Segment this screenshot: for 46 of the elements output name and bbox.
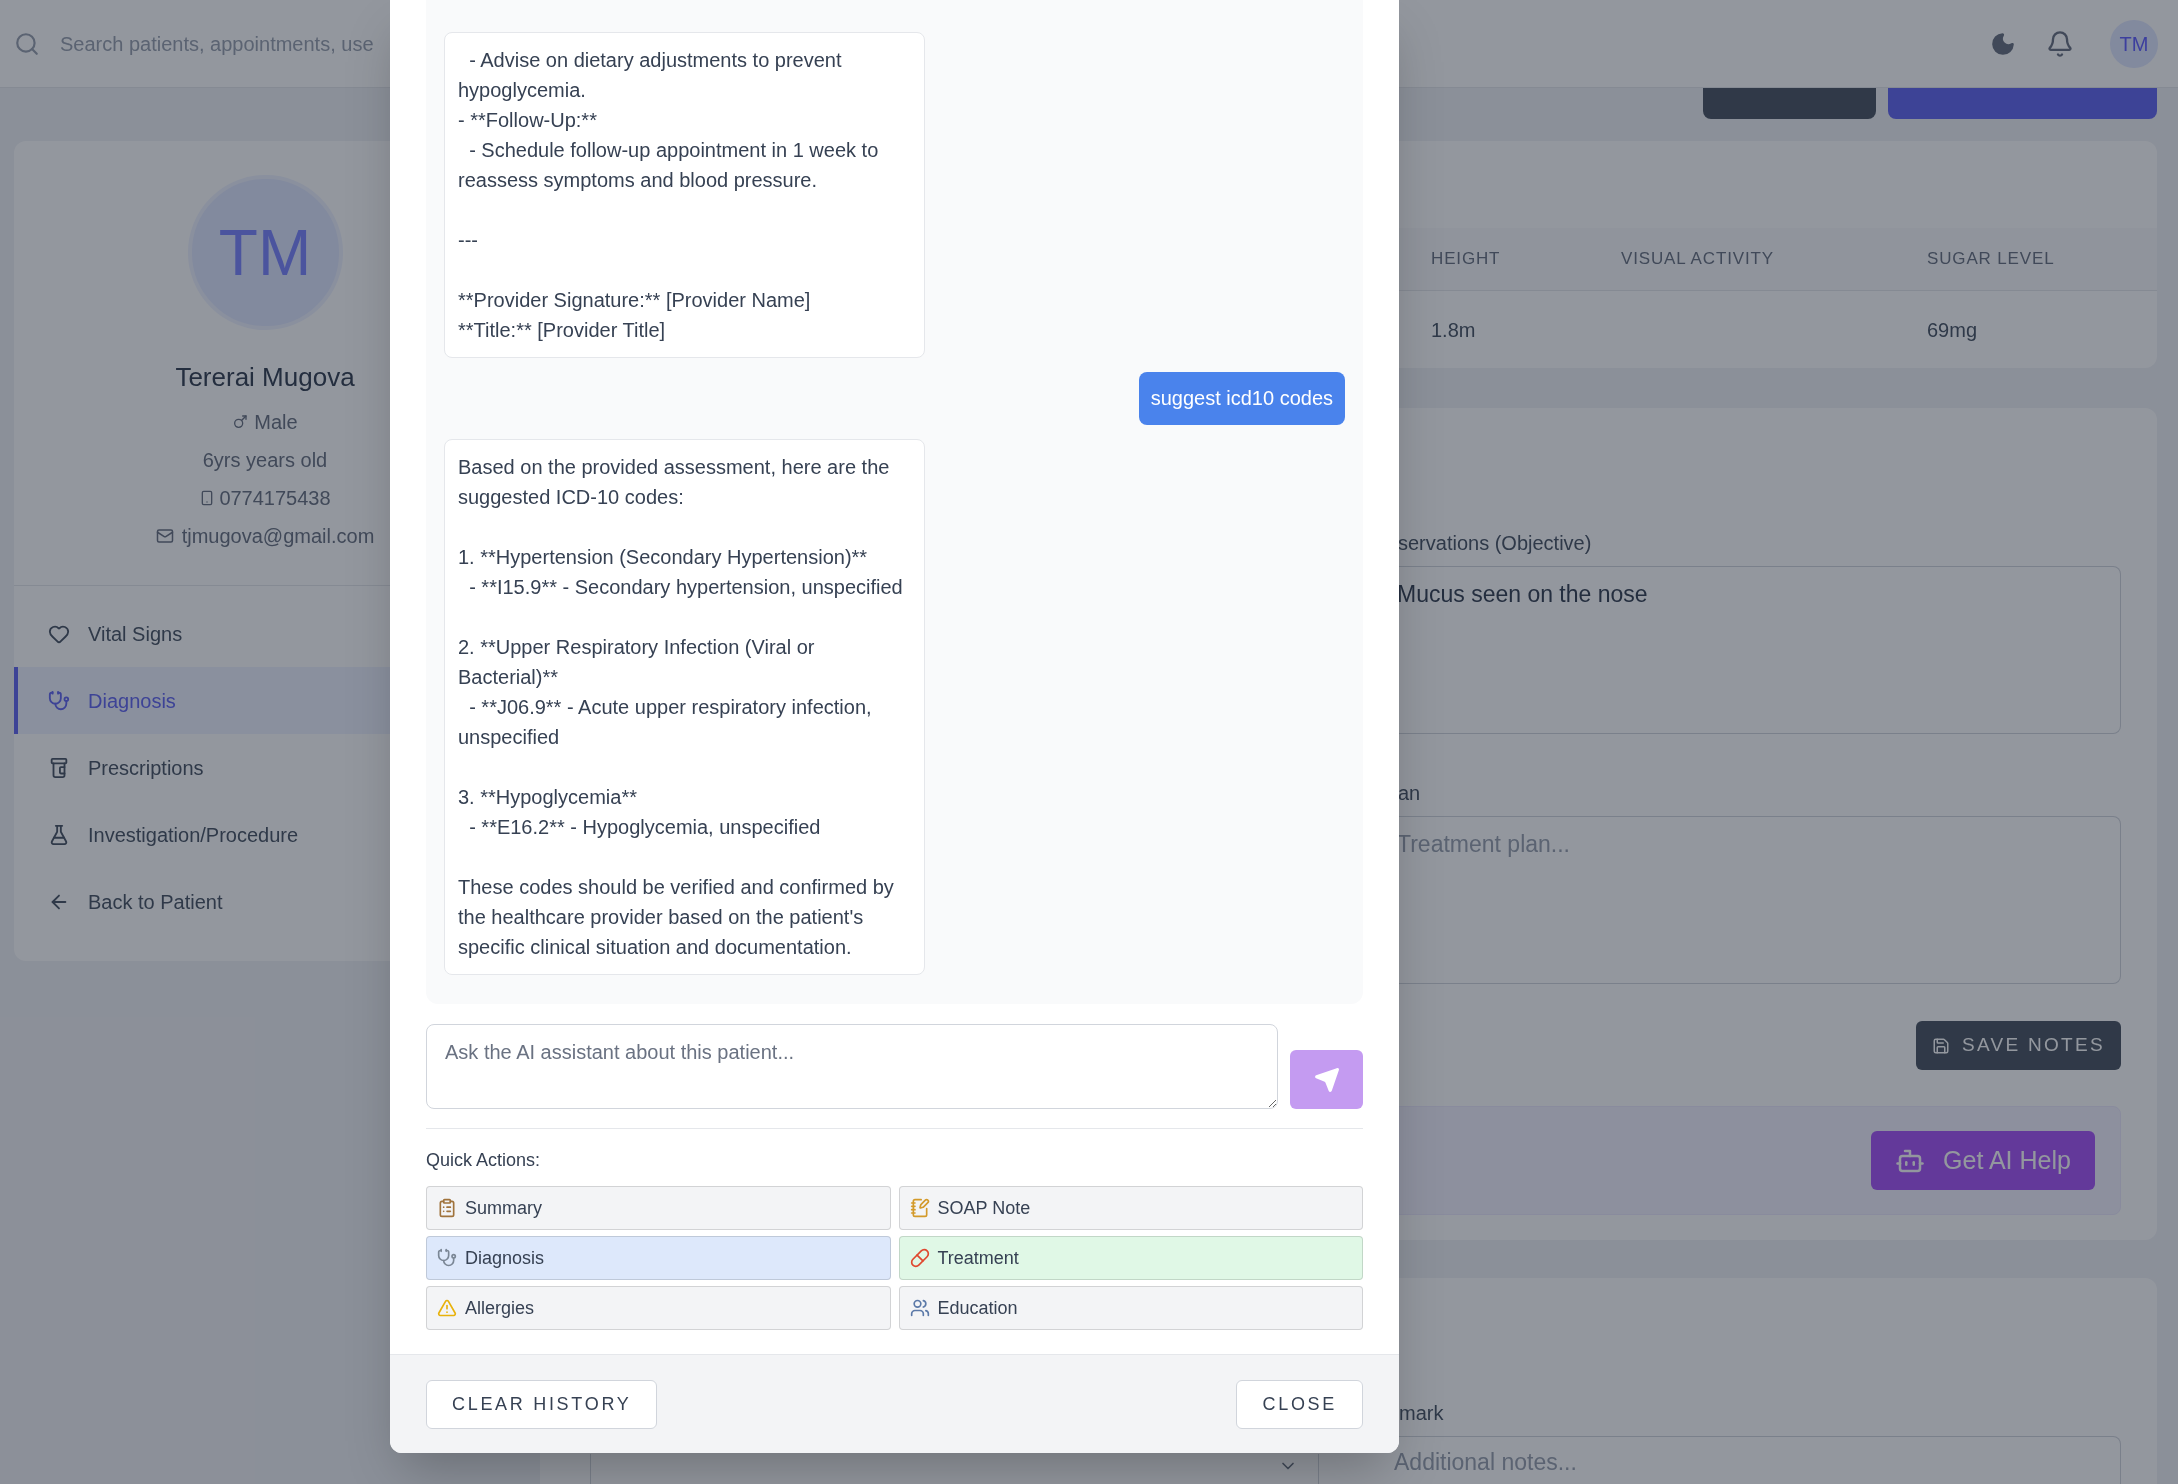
close-button[interactable]: CLOSE — [1236, 1379, 1363, 1429]
user-avatar[interactable]: TM — [2110, 19, 2158, 68]
mail-icon — [155, 527, 174, 545]
stethoscope-icon — [437, 1248, 457, 1268]
search-icon — [14, 30, 40, 57]
field-label: servations (Objective) — [1397, 531, 1593, 556]
table-cell: 1.8m — [1431, 318, 1476, 341]
column-header: HEIGHT — [1431, 249, 1501, 269]
quick-action-button[interactable]: Allergies — [426, 1286, 891, 1330]
column-header: SUGAR LEVEL — [1927, 249, 2055, 269]
quick-actions-label: Quick Actions: — [426, 1149, 542, 1172]
patient-gender: Male — [254, 410, 298, 435]
stethoscope-icon — [48, 689, 70, 712]
save-icon — [1932, 1036, 1951, 1055]
clear-history-button[interactable]: CLEAR HISTORY — [426, 1379, 658, 1429]
field-label: mark — [1398, 1401, 1445, 1426]
patient-name: Tererai Mugova — [175, 361, 355, 394]
notepad-icon — [909, 1198, 930, 1218]
warning-icon — [437, 1298, 457, 1318]
male-icon — [232, 414, 249, 430]
save-notes-button[interactable]: SAVE NOTES — [1916, 1021, 2121, 1070]
pill-icon — [909, 1248, 930, 1268]
quick-action-button[interactable]: Treatment — [898, 1236, 1363, 1280]
send-icon — [1313, 1066, 1340, 1093]
get-ai-help-button[interactable]: Get AI Help — [1871, 1131, 2095, 1190]
assistant-message: - Advise on dietary adjustments to prevent hypoglycemia. - **Follow-Up:** - Schedule follow-up appointment in 1 week to reassess symptoms and blood pressure. --- **Provider Signature:** [Provider Name] **Title:** [Provider Title] — [444, 32, 925, 358]
moon-icon[interactable] — [1990, 30, 2016, 57]
quick-action-button[interactable]: Summary — [426, 1186, 891, 1230]
flask-icon — [48, 823, 70, 846]
people-icon — [909, 1298, 930, 1318]
patient-phone: 0774175438 — [219, 486, 331, 511]
column-header: VISUAL ACTIVITY — [1621, 249, 1774, 269]
field-label: an — [1397, 781, 1422, 806]
send-button[interactable] — [1290, 1050, 1363, 1109]
patient-email: tjmugova@gmail.com — [181, 524, 375, 549]
quick-action-button[interactable]: SOAP Note — [898, 1186, 1363, 1230]
bell-icon[interactable] — [2046, 29, 2074, 58]
assistant-message: Based on the provided assessment, here are the suggested ICD-10 codes: 1. **Hypertension (Secondary Hypertension)** - **I15.9** - Secondary hypertension, unspecified 2. **Upper Respiratory Infection (Viral or Bacterial)** - **J06.9** - Acute upper respiratory infection, unspecified 3. **Hypoglycemia** - **E16.2** - Hypoglycemia, unspecified These codes should be verified and confirmed by the healthcare provider based on the patient's specific clinical situation and documentation. — [444, 439, 925, 975]
quick-action-button[interactable]: Education — [898, 1286, 1363, 1330]
quick-action-button[interactable]: Diagnosis — [426, 1236, 891, 1280]
patient-age: 6yrs years old — [202, 448, 328, 473]
user-message: suggest icd10 codes — [1138, 372, 1345, 425]
pill-bottle-icon — [48, 756, 70, 779]
clipboard-icon — [437, 1198, 457, 1218]
message-input[interactable]: Ask the AI assistant about this patient... — [426, 1024, 1278, 1109]
table-cell: 69mg — [1927, 318, 1978, 341]
